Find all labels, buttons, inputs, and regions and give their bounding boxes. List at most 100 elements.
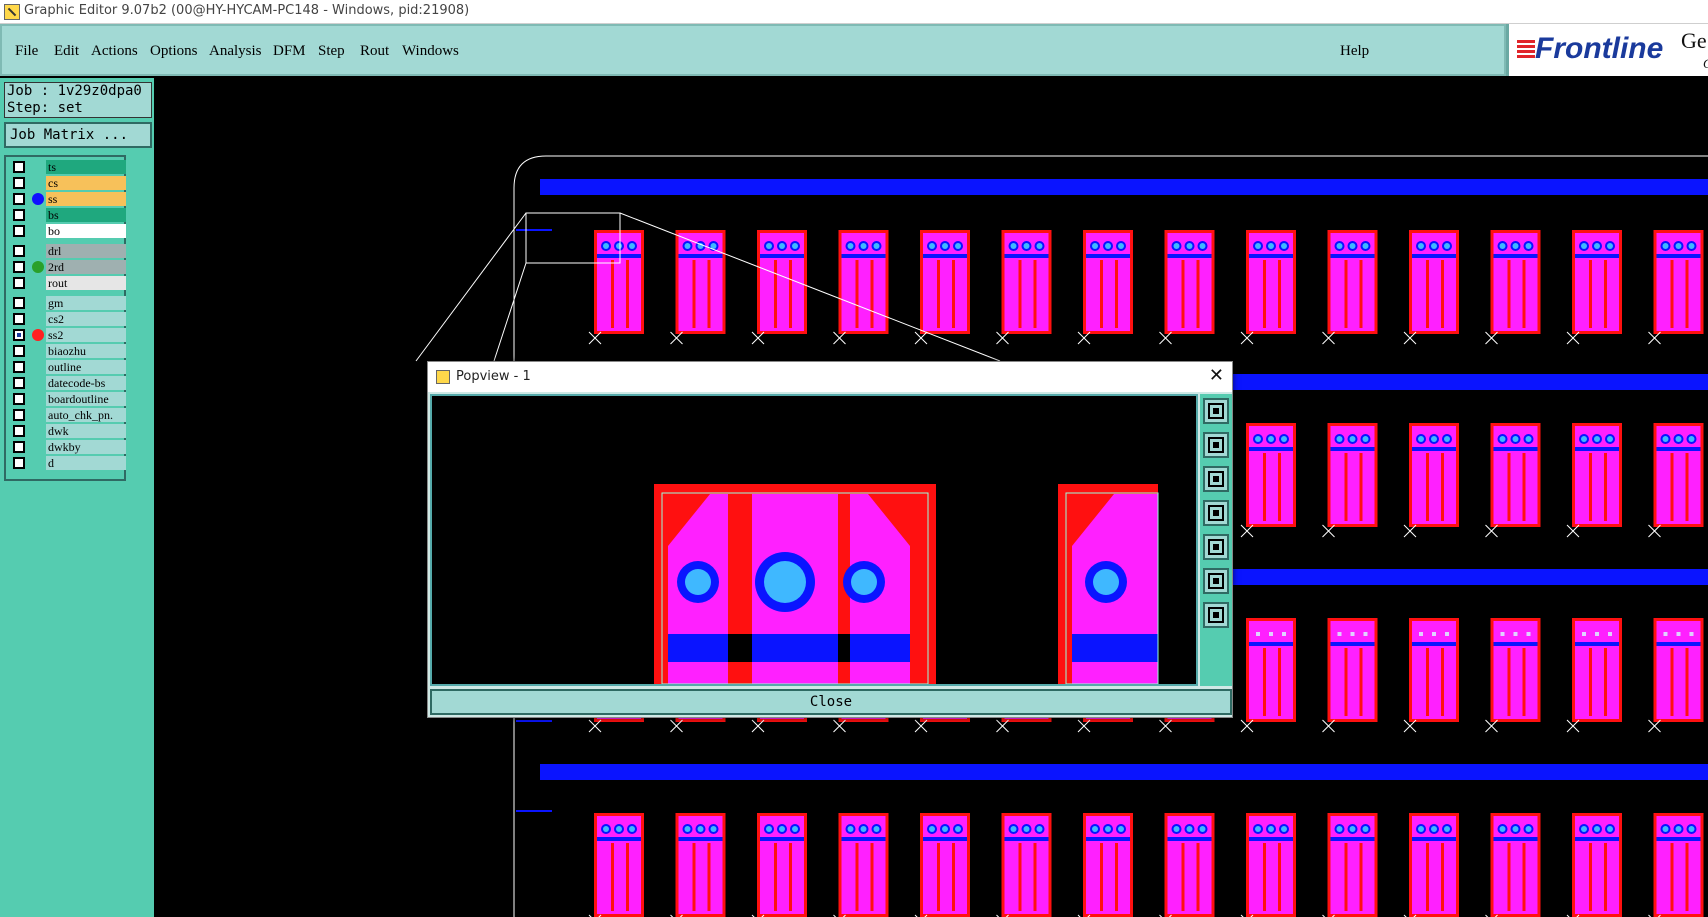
pad-strip [760,254,804,258]
layer-name[interactable]: d [46,456,126,470]
layer-checkbox[interactable] [13,313,25,325]
layer-row-bs[interactable]: bs [8,207,126,223]
layer-row-ss[interactable]: ss [8,191,126,207]
layer-checkbox[interactable] [13,361,25,373]
layer-checkbox[interactable] [13,209,25,221]
layer-row-gm[interactable]: gm [8,295,126,311]
layer-checkbox[interactable] [13,393,25,405]
layer-checkbox[interactable] [13,261,25,273]
layer-row-outline[interactable]: outline [8,359,126,375]
layer-row-2rd[interactable]: 2rd [8,259,126,275]
layer-row-datecode-bs[interactable]: datecode-bs [8,375,126,391]
menu-rout[interactable]: Rout [360,43,389,60]
layer-checkbox[interactable] [13,225,25,237]
pad-slot [1670,843,1674,911]
layer-row-dwkby[interactable]: dwkby [8,439,126,455]
pad-slot [1018,260,1022,328]
layer-name[interactable]: cs2 [46,312,126,326]
menu-windows[interactable]: Windows [402,43,459,60]
layer-name[interactable]: bs [46,208,126,222]
layer-name[interactable]: gm [46,296,126,310]
popview-canvas[interactable] [430,394,1198,686]
pad-hole-core [1525,243,1532,249]
pad-hole-core [1499,243,1506,249]
pad-strip [1330,254,1375,258]
menu-analysis[interactable]: Analysis [209,43,262,60]
layer-row-dwk[interactable]: dwk [8,423,126,439]
layer-row-d[interactable]: d [8,455,126,471]
menu-step[interactable]: Step [318,43,345,60]
menu-edit[interactable]: Edit [54,43,79,60]
layer-name[interactable]: biaozhu [46,344,126,358]
pan-down-icon[interactable] [1203,466,1229,492]
layer-checkbox[interactable] [13,277,25,289]
layer-name[interactable]: auto_chk_pn. [46,408,126,422]
layer-name[interactable]: datecode-bs [46,376,126,390]
layer-row-ts[interactable]: ts [8,159,126,175]
layer-name[interactable]: 2rd [46,260,126,274]
layer-checkbox[interactable] [13,457,25,469]
layer-row-auto-chk-pn-[interactable]: auto_chk_pn. [8,407,126,423]
layer-checkbox[interactable] [13,177,25,189]
layer-row-drl[interactable]: drl [8,243,126,259]
pad-hole-core [1418,243,1424,249]
layer-checkbox[interactable] [13,409,25,421]
layer-row-biaozhu[interactable]: biaozhu [8,343,126,359]
menu-dfm[interactable]: DFM [273,43,306,60]
zoom-fit-icon[interactable] [1203,602,1229,628]
layer-row-bo[interactable]: bo [8,223,126,239]
pad-marker [1500,632,1505,636]
pad-hole-core [1525,826,1532,832]
layer-row-ss2[interactable]: ss2 [8,327,126,343]
menu-options[interactable]: Options [150,43,198,60]
layer-name[interactable]: outline [46,360,126,374]
menu-file[interactable]: File [15,43,38,60]
popview-close-icon[interactable]: ✕ [1209,365,1224,386]
menu-actions[interactable]: Actions [91,43,138,60]
layer-name[interactable]: dwk [46,424,126,438]
layer-name[interactable]: dwkby [46,440,126,454]
layer-name[interactable]: cs [46,176,126,190]
layer-name[interactable]: ts [46,160,126,174]
pad-strip [678,837,723,841]
layer-checkbox[interactable] [13,425,25,437]
layer-checkbox[interactable] [13,161,25,173]
layer-name[interactable]: rout [46,276,126,290]
layer-name[interactable]: drl [46,244,126,258]
layer-checkbox[interactable] [13,297,25,309]
layer-checkbox[interactable] [13,377,25,389]
layer-checkbox[interactable] [13,441,25,453]
pan-left-icon[interactable] [1203,500,1229,526]
pad-slot [789,843,792,911]
pad-marker [1419,632,1423,636]
pan-up-icon[interactable] [1203,432,1229,458]
pad-slot [1278,453,1281,521]
pad-slot [1589,843,1592,911]
popview-close-button[interactable]: Close [430,689,1232,715]
layer-checkbox[interactable] [13,329,25,341]
zoom-window-icon[interactable] [1203,398,1229,424]
pad-hole-core [1607,826,1613,832]
layer-name[interactable]: ss [46,192,126,206]
pad-strip [841,254,886,258]
menu-help[interactable]: Help [1340,43,1369,60]
layer-checkbox[interactable] [13,193,25,205]
job-matrix-button[interactable]: Job Matrix ... [4,122,152,148]
layer-checkbox[interactable] [13,245,25,257]
layer-row-cs2[interactable]: cs2 [8,311,126,327]
pad-slot [774,843,777,911]
pad-marker [1676,632,1681,636]
pad-hole-core [1581,436,1587,442]
layer-row-cs[interactable]: cs [8,175,126,191]
layer-row-boardoutline[interactable]: boardoutline [8,391,126,407]
pad-slot [1181,843,1185,911]
layer-name[interactable]: bo [46,224,126,238]
pad-slot [1263,843,1266,911]
layer-name[interactable]: boardoutline [46,392,126,406]
layer-checkbox[interactable] [13,345,25,357]
zoom-home-icon[interactable] [1203,568,1229,594]
layer-name[interactable]: ss2 [46,328,126,342]
pan-right-icon[interactable] [1203,534,1229,560]
pad-slot [1033,843,1037,911]
layer-row-rout[interactable]: rout [8,275,126,291]
